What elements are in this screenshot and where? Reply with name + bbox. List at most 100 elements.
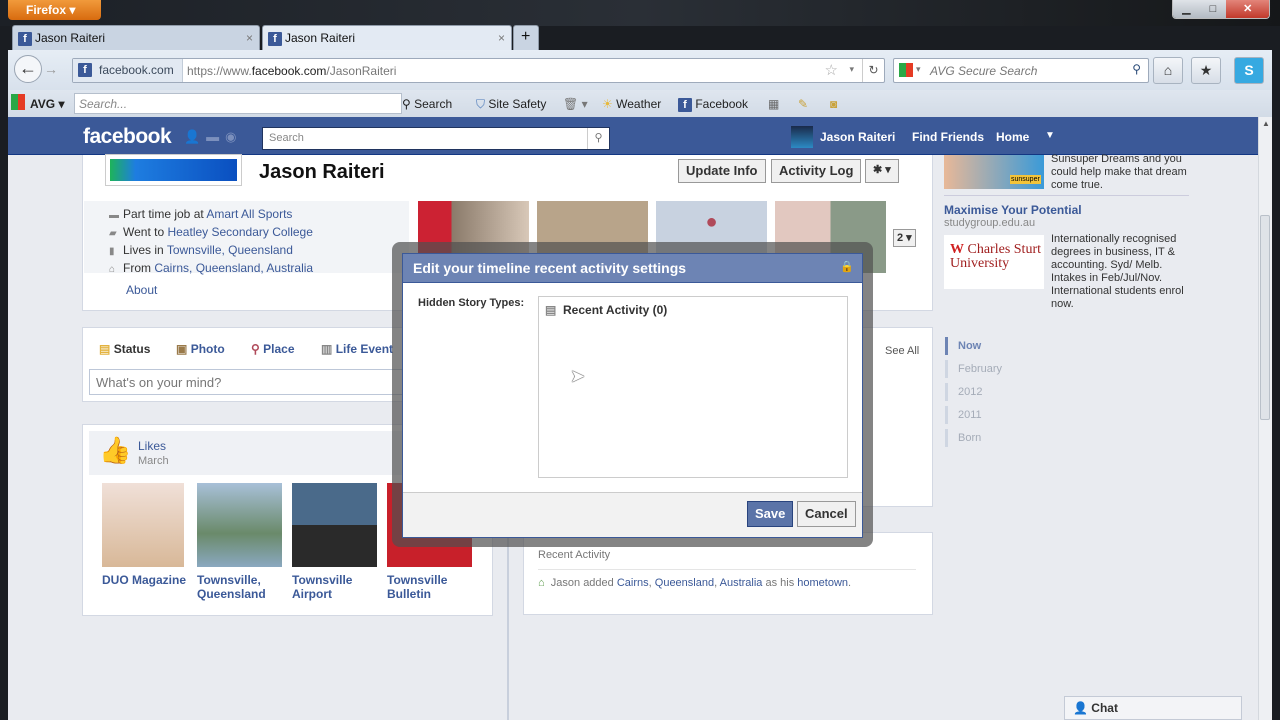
new-tab-button[interactable]: + (513, 25, 539, 50)
find-friends-link[interactable]: Find Friends (912, 130, 984, 144)
reload-icon[interactable]: ↻ (862, 59, 884, 82)
hometown-link[interactable]: Cairns, Queensland, Australia (154, 261, 313, 275)
dialog-footer: Save Cancel (403, 492, 862, 537)
minimize-button[interactable]: ▁ (1173, 0, 1200, 18)
avg-search-button[interactable]: ⚲ Search (402, 97, 452, 111)
duo-magazine-image[interactable] (102, 483, 184, 567)
activity-log-button[interactable]: Activity Log (771, 159, 862, 183)
calculator-icon[interactable]: ▦ (768, 97, 779, 111)
book-icon: ▥ (321, 342, 333, 356)
window-titlebar (0, 0, 1280, 26)
url-bar[interactable]: f facebook.com https://www.facebook.com/J… (72, 58, 885, 83)
search-icon[interactable]: ⚲ (1132, 62, 1141, 76)
school-link[interactable]: Heatley Secondary College (167, 225, 312, 239)
current-city-link[interactable]: Townsville, Queensland (167, 243, 293, 257)
search-engine-dropdown-icon[interactable]: ▾ (916, 64, 921, 75)
forward-button[interactable]: → (44, 61, 58, 77)
browser-tab-active[interactable]: f Jason Raiteri × (262, 25, 512, 50)
facebook-logo[interactable]: facebook (83, 125, 172, 149)
liked-page-link[interactable]: DUO Magazine (102, 573, 192, 587)
bookmark-star-icon[interactable]: ☆ (825, 61, 838, 79)
site-identity-button[interactable]: f facebook.com (73, 59, 183, 82)
status-tab[interactable]: ▤ Status (99, 342, 150, 356)
timeline-nav-now[interactable]: Now (945, 337, 1015, 355)
update-info-button[interactable]: Update Info (678, 159, 766, 183)
avg-menu-button[interactable]: AVG ▾ (30, 97, 64, 111)
scrollbar-thumb[interactable] (1260, 215, 1270, 420)
hidden-story-types-label: Hidden Story Types: (418, 297, 525, 309)
account-dropdown-icon[interactable]: ▼ (1045, 130, 1055, 141)
weather-button[interactable]: ☀ Weather (602, 97, 661, 111)
see-all-link[interactable]: See All (885, 345, 919, 357)
timeline-nav-february[interactable]: February (945, 360, 1015, 378)
back-button[interactable]: ← (14, 55, 42, 83)
chat-bar[interactable]: 👤 Chat (1064, 696, 1242, 720)
activity-story: ⌂ Jason added Cairns, Queensland, Austra… (538, 577, 852, 589)
firefox-menu-button[interactable]: Firefox ▾ (8, 0, 101, 20)
facebook-search-input[interactable]: Search ⚲ (262, 127, 610, 150)
more-sections-button[interactable]: 2 ▾ (893, 229, 916, 247)
hometown-icon: ⌂ (538, 577, 545, 589)
hometown-link[interactable]: hometown (797, 577, 848, 589)
avg-logo-icon (899, 63, 913, 77)
user-avatar[interactable] (791, 126, 813, 148)
charles-sturt-logo[interactable]: W Charles Sturt University (944, 235, 1044, 289)
photo-tab[interactable]: ▣ Photo (176, 342, 225, 356)
home-button[interactable]: ⌂ (1153, 57, 1183, 84)
browser-search-input[interactable]: ▾ AVG Secure Search ⚲ (893, 58, 1149, 83)
site-safety-button[interactable]: ⛉ Site Safety (476, 97, 546, 112)
url-text: https://www.facebook.com/JasonRaiteri (187, 64, 397, 78)
profile-link[interactable]: Jason Raiteri (820, 130, 895, 144)
life-event-tab[interactable]: ▥ Life Event (321, 342, 393, 356)
notepad-icon[interactable]: ✎ (798, 97, 808, 111)
notification-icons[interactable]: 👤▬◉ (184, 129, 243, 145)
maximize-button[interactable]: □ (1199, 0, 1227, 18)
ad-text[interactable]: Internationally recognised degrees in bu… (1051, 233, 1191, 311)
facebook-favicon-icon: f (18, 32, 32, 46)
ad-domain: studygroup.edu.au (944, 217, 1036, 229)
timeline-nav-2011[interactable]: 2011 (945, 406, 1015, 424)
close-tab-icon[interactable]: × (246, 31, 253, 45)
trash-icon[interactable]: 🗑 ▾ (563, 97, 588, 111)
profile-picture[interactable] (106, 155, 241, 185)
about-link[interactable]: About (126, 283, 157, 297)
profile-info-list: ▬ Part time job at Amart All Sports ▰ Went… (84, 201, 409, 275)
home-link[interactable]: Home (996, 130, 1029, 144)
timeline-nav-2012[interactable]: 2012 (945, 383, 1015, 401)
close-window-button[interactable]: ✕ (1226, 0, 1269, 18)
ad-title-link[interactable]: Maximise Your Potential (944, 203, 1082, 217)
cairns-link[interactable]: Cairns (617, 577, 649, 589)
australia-link[interactable]: Australia (720, 577, 763, 589)
place-tab[interactable]: ⚲ Place (251, 342, 295, 356)
browser-tab[interactable]: f Jason Raiteri × (12, 25, 260, 50)
queensland-link[interactable]: Queensland (655, 577, 714, 589)
story-type-item[interactable]: ▤ Recent Activity (0) (545, 303, 667, 317)
liked-page-link[interactable]: Townsville, Queensland (197, 573, 277, 601)
shield-icon: ⛉ (476, 97, 486, 111)
close-tab-icon[interactable]: × (498, 31, 505, 45)
liked-page-link[interactable]: Townsville Airport (292, 573, 362, 601)
snapshot-icon[interactable]: ◙ (830, 97, 837, 111)
avg-search-input[interactable]: Search... (74, 93, 402, 114)
facebook-button[interactable]: f Facebook (678, 97, 748, 112)
photo-icon: ▣ (176, 342, 188, 356)
bookmarks-button[interactable]: ★ (1191, 57, 1221, 84)
history-dropdown-icon[interactable]: ▾ (849, 64, 854, 75)
settings-gear-button[interactable]: ✱ ▾ (865, 159, 899, 183)
townsville-airport-image[interactable] (292, 483, 377, 567)
hidden-story-list[interactable]: ▤ Recent Activity (0) (538, 296, 848, 478)
likes-title[interactable]: Likes (138, 439, 166, 453)
sunsuper-ad-image[interactable]: sunsuper (944, 155, 1044, 189)
scroll-up-icon[interactable]: ▲ (1262, 119, 1270, 128)
townsville-image[interactable] (197, 483, 282, 567)
liked-page-link[interactable]: Townsville Bulletin (387, 573, 457, 601)
save-button[interactable]: Save (747, 501, 794, 527)
work-link[interactable]: Amart All Sports (206, 207, 292, 221)
dialog-title: Edit your timeline recent activity setti… (413, 260, 687, 276)
firefox-menu-label: Firefox (26, 3, 67, 17)
search-icon[interactable]: ⚲ (587, 128, 609, 149)
sunsuper-ad-text[interactable]: Sunsuper Dreams and you could help make … (1051, 153, 1191, 192)
skype-icon[interactable]: S (1234, 57, 1264, 84)
timeline-nav-born[interactable]: Born (945, 429, 1015, 447)
cancel-button[interactable]: Cancel (797, 501, 856, 527)
